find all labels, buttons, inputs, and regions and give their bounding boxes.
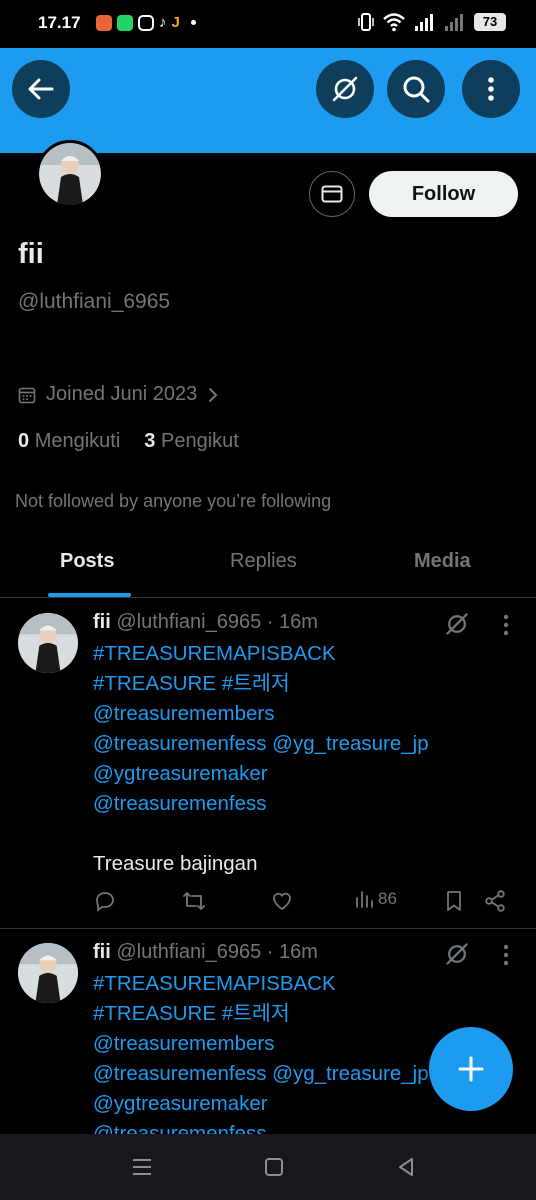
recent-apps-icon[interactable] bbox=[131, 1156, 153, 1178]
system-nav-bar bbox=[0, 1134, 536, 1200]
grok-button[interactable] bbox=[316, 60, 374, 118]
mention-link[interactable]: @treasuremenfess @yg_treasure_jp bbox=[93, 1059, 429, 1089]
joined-date-link[interactable]: Joined Juni 2023 bbox=[18, 383, 219, 406]
hashtag-link[interactable]: #TREASUREMAPISBACK bbox=[93, 639, 429, 669]
post-text: #TREASUREMAPISBACK #TREASURE #트레저 @treas… bbox=[93, 639, 429, 879]
avatar-photo bbox=[18, 613, 78, 673]
search-icon bbox=[403, 76, 430, 103]
repost-icon bbox=[183, 892, 205, 910]
share-icon bbox=[485, 890, 505, 912]
tiktok-icon: ♪ bbox=[159, 14, 167, 31]
message-button[interactable] bbox=[309, 171, 355, 217]
wifi-icon bbox=[383, 13, 405, 32]
game-app-icon bbox=[96, 14, 112, 31]
grok-icon[interactable] bbox=[444, 941, 470, 967]
hashtag-link[interactable]: #TREASURE #트레저 bbox=[93, 999, 429, 1029]
status-app-icons: ♪ J bbox=[96, 14, 196, 31]
follow-button[interactable]: Follow bbox=[369, 171, 518, 217]
post-author-name[interactable]: fii bbox=[93, 941, 111, 963]
views-icon bbox=[356, 891, 373, 908]
status-indicators: 73 bbox=[358, 12, 506, 32]
battery-indicator: 73 bbox=[474, 13, 506, 31]
joined-date-text: Joined Juni 2023 bbox=[46, 383, 198, 405]
post-text: #TREASUREMAPISBACK #TREASURE #트레저 @treas… bbox=[93, 969, 429, 1134]
mention-link[interactable]: @treasuremembers bbox=[93, 699, 429, 729]
post-avatar[interactable] bbox=[18, 613, 78, 673]
instagram-icon bbox=[138, 14, 154, 31]
post[interactable]: fii @luthfiani_6965 · 16m #TREASUREMAPIS… bbox=[0, 599, 536, 929]
vibrate-icon bbox=[358, 13, 374, 31]
mention-link[interactable]: @ygtreasuremaker bbox=[93, 759, 429, 789]
following-count: 0 bbox=[18, 430, 30, 452]
calendar-icon bbox=[18, 387, 36, 403]
envelope-icon bbox=[321, 185, 343, 203]
mention-link[interactable]: @treasuremenfess bbox=[93, 789, 429, 819]
following-link[interactable]: 0 Mengikuti bbox=[18, 430, 120, 453]
profile-display-name: fii bbox=[18, 238, 44, 270]
compose-post-button[interactable] bbox=[429, 1027, 513, 1111]
heart-icon bbox=[273, 892, 291, 910]
more-vertical-icon[interactable] bbox=[498, 614, 514, 636]
active-tab-indicator bbox=[48, 593, 131, 597]
tab-replies[interactable]: Replies bbox=[230, 550, 297, 573]
repost-button[interactable] bbox=[181, 889, 207, 913]
views-button[interactable]: 86 bbox=[354, 889, 397, 909]
followers-link[interactable]: 3 Pengikut bbox=[144, 430, 239, 453]
arrow-left-icon bbox=[28, 78, 54, 100]
plus-icon bbox=[458, 1056, 484, 1082]
bookmark-icon bbox=[447, 891, 461, 911]
mention-link[interactable]: @treasuremembers bbox=[93, 1029, 429, 1059]
post-header: fii @luthfiani_6965 · 16m bbox=[93, 611, 318, 634]
views-count: 86 bbox=[378, 889, 397, 908]
share-button[interactable] bbox=[483, 889, 507, 913]
avatar-photo bbox=[39, 143, 101, 205]
followers-label: Pengikut bbox=[160, 430, 239, 452]
post-meta: @luthfiani_6965 · 16m bbox=[116, 941, 318, 963]
reply-icon bbox=[96, 892, 114, 912]
profile-banner[interactable] bbox=[0, 48, 536, 153]
more-options-button[interactable] bbox=[462, 60, 520, 118]
post-author-name[interactable]: fii bbox=[93, 611, 111, 633]
signal-2-icon bbox=[445, 14, 463, 31]
hashtag-link[interactable]: #TREASUREMAPISBACK bbox=[93, 969, 429, 999]
status-bar: 17.17 ♪ J 73 bbox=[0, 0, 536, 48]
following-label: Mengikuti bbox=[34, 430, 121, 452]
grok-icon[interactable] bbox=[444, 611, 470, 637]
back-nav-icon[interactable] bbox=[395, 1156, 417, 1178]
post-meta: @luthfiani_6965 · 16m bbox=[116, 611, 318, 633]
chat-app-icon bbox=[117, 14, 133, 31]
home-icon[interactable] bbox=[263, 1156, 285, 1178]
app-j-icon: J bbox=[171, 14, 180, 31]
mention-link[interactable]: @treasuremenfess @yg_treasure_jp bbox=[93, 729, 429, 759]
avatar-photo bbox=[18, 943, 78, 1003]
chevron-right-icon bbox=[209, 387, 218, 402]
mention-link[interactable]: @treasuremenfess bbox=[93, 1119, 429, 1134]
more-vertical-icon bbox=[488, 77, 494, 101]
post-header: fii @luthfiani_6965 · 16m bbox=[93, 941, 318, 964]
tab-posts[interactable]: Posts bbox=[60, 550, 114, 573]
follow-stats: 0 Mengikuti 3 Pengikut bbox=[18, 430, 239, 453]
back-button[interactable] bbox=[12, 60, 70, 118]
grok-icon bbox=[332, 76, 358, 102]
like-button[interactable] bbox=[270, 889, 294, 913]
status-time: 17.17 bbox=[38, 13, 81, 32]
tab-media[interactable]: Media bbox=[414, 550, 471, 573]
post-avatar[interactable] bbox=[18, 943, 78, 1003]
profile-handle: @luthfiani_6965 bbox=[18, 290, 171, 313]
mention-link[interactable]: @ygtreasuremaker bbox=[93, 1089, 429, 1119]
search-button[interactable] bbox=[387, 60, 445, 118]
signal-icon bbox=[415, 14, 433, 31]
profile-avatar[interactable] bbox=[36, 140, 104, 208]
hashtag-link[interactable]: #TREASURE #트레저 bbox=[93, 669, 429, 699]
not-followed-notice: Not followed by anyone you’re following bbox=[15, 491, 332, 511]
more-vertical-icon[interactable] bbox=[498, 944, 514, 966]
post-plain-text: Treasure bajingan bbox=[93, 852, 258, 875]
notification-dot-icon bbox=[190, 20, 196, 25]
bookmark-button[interactable] bbox=[443, 889, 465, 913]
post-actions: 86 bbox=[93, 889, 513, 915]
reply-button[interactable] bbox=[93, 889, 117, 913]
followers-count: 3 bbox=[144, 430, 156, 452]
profile-tabs: Posts Replies Media bbox=[0, 530, 536, 598]
